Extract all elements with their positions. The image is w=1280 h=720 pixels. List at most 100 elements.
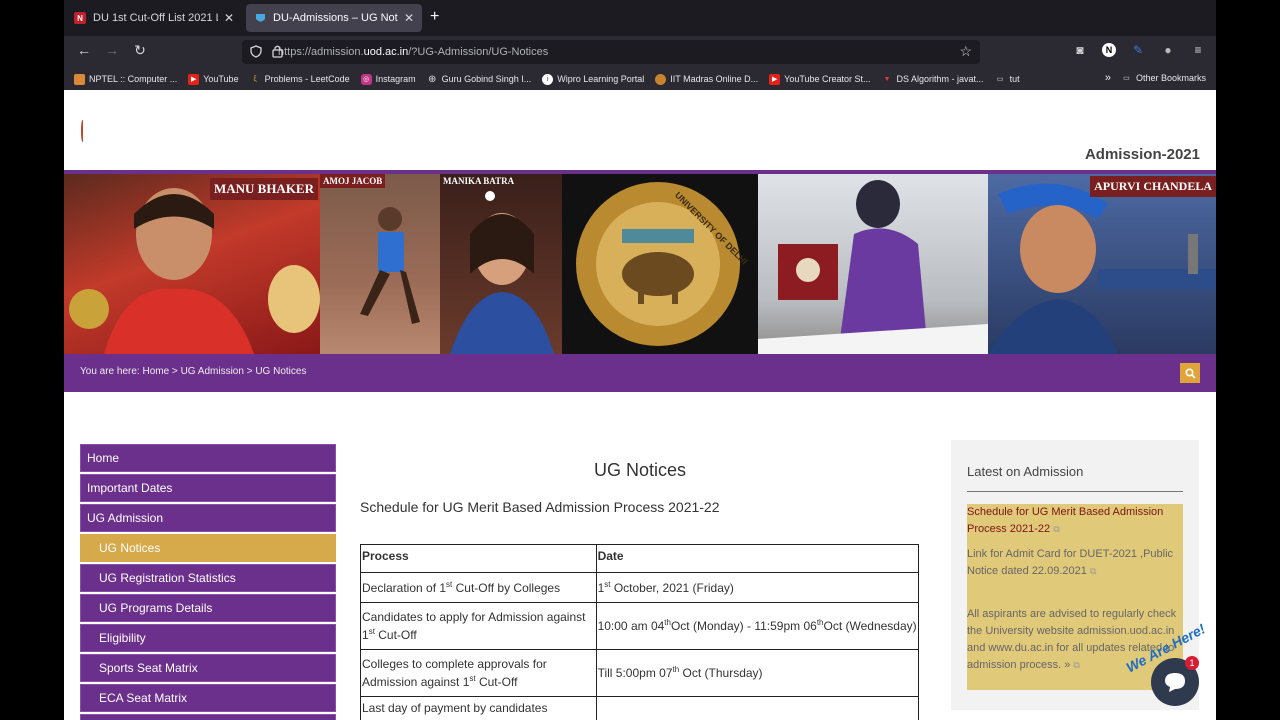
tab-du-cutoff[interactable]: N DU 1st Cut-Off List 2021 LIVE: ✕: [66, 4, 242, 32]
banner-photo-manu-bhaker: MANU BHAKER: [64, 174, 320, 354]
bookmark-tut[interactable]: ▭ tut: [995, 74, 1020, 85]
reload-icon[interactable]: ↻: [130, 42, 150, 59]
extension-pen-icon[interactable]: ✎: [1130, 43, 1146, 57]
schedule-heading: Schedule for UG Merit Based Admission Pr…: [360, 499, 720, 515]
extension-n-icon[interactable]: N: [1102, 43, 1116, 57]
more-bookmarks-chevron-icon[interactable]: »: [1105, 72, 1111, 84]
column-header-date: Date: [595, 544, 920, 573]
bookmark-nptel[interactable]: NPTEL :: Computer ...: [74, 73, 177, 85]
javatpoint-icon: ▼: [883, 75, 891, 83]
bookmark-leetcode[interactable]: ξ Problems - LeetCode: [250, 74, 350, 85]
banner-du-seal: UNIVERSITY OF DELHI: [562, 174, 758, 354]
banner-photo-amoj-jacob: AMOJ JACOB: [320, 174, 440, 354]
sidebar-item-label: ECA Seat Matrix: [99, 691, 188, 705]
latest-item-text: Schedule for UG Merit Based Admission Pr…: [967, 506, 1164, 535]
date-cell: Till 5:00pm 07th Oct (Thursday): [595, 649, 920, 697]
bookmark-yt-creator[interactable]: ▶ YouTube Creator St...: [769, 73, 871, 85]
new-tab-icon[interactable]: +: [430, 8, 439, 26]
tab-title: DU 1st Cut-Off List 2021 LIVE:: [93, 12, 218, 24]
news-favicon-icon: N: [74, 12, 86, 24]
pocket-icon[interactable]: ◙: [1072, 43, 1088, 57]
sidebar-item-eca-seat-matrix[interactable]: ECA Seat Matrix: [80, 684, 336, 712]
sidebar-item-label: Important Dates: [87, 481, 173, 495]
latest-item-schedule[interactable]: Schedule for UG Merit Based Admission Pr…: [967, 504, 1183, 538]
sidebar-item-home[interactable]: Home: [80, 444, 336, 472]
forward-arrow-icon[interactable]: →: [102, 42, 122, 58]
close-tab-icon[interactable]: ✕: [404, 11, 414, 25]
sidebar-item-eligibility[interactable]: Eligibility: [80, 624, 336, 652]
external-link-icon: ⧉: [1089, 566, 1097, 576]
bookmark-instagram[interactable]: ◎ Instagram: [360, 73, 416, 85]
sidebar-item-ug-programs-details[interactable]: UG Programs Details: [80, 594, 336, 622]
search-button[interactable]: [1180, 363, 1200, 383]
bookmark-youtube[interactable]: ▶ YouTube: [188, 73, 239, 85]
sidebar-menu: Home Important Dates UG Admission UG Not…: [80, 444, 336, 720]
sidebar-item-sports-seat-matrix[interactable]: Sports Seat Matrix: [80, 654, 336, 682]
table-row: Candidates to apply for Admission agains…: [360, 602, 920, 650]
bookmark-label: Instagram: [375, 74, 416, 84]
bookmark-label: YouTube Creator St...: [784, 74, 871, 84]
wipro-icon: i: [542, 73, 554, 85]
banner-photo-mountaineer: [758, 174, 988, 354]
navigation-bar: ← → ↻ https://admission.uod.ac.in/?UG-Ad…: [64, 36, 1216, 68]
page-title: UG Notices: [593, 460, 687, 480]
url-text: https://admission.uod.ac.in/?UG-Admissio…: [278, 46, 549, 58]
sidebar-item-ug-notices[interactable]: UG Notices: [80, 534, 336, 562]
other-bookmarks[interactable]: ▭ Other Bookmarks: [1121, 72, 1206, 84]
banner-name-manu: MANU BHAKER: [209, 178, 318, 200]
bookmark-label: tut: [1009, 74, 1020, 84]
menu-hamburger-icon[interactable]: ≡: [1190, 43, 1206, 57]
table-row: Declaration of 1st Cut-Off by Colleges 1…: [360, 572, 920, 603]
bookmark-ggsipu[interactable]: ⊕ Guru Gobind Singh I...: [427, 74, 532, 85]
sidebar-item-label: UG Programs Details: [99, 601, 213, 615]
bookmark-label: YouTube: [203, 74, 239, 84]
banner-name-manika: MANIKA BATRA: [443, 176, 515, 186]
latest-item-text: Link for Admit Card for DUET-2021 ,Publi…: [967, 548, 1174, 577]
site-header: Admission-2021: [64, 90, 1216, 170]
latest-divider: [967, 491, 1183, 492]
sidebar-item-label: UG Registration Statistics: [99, 571, 236, 585]
banner-photo-manika-batra: MANIKA BATRA: [440, 174, 562, 354]
date-cell: 1st October, 2021 (Friday): [595, 572, 920, 603]
site-logo[interactable]: [81, 120, 84, 142]
web-page: Admission-2021 MANU BHAKER AMOJ JACOB MA…: [64, 90, 1216, 720]
breadcrumb-ug-admission-link[interactable]: UG Admission: [181, 366, 244, 377]
lock-icon[interactable]: [272, 44, 283, 61]
sidebar-item-ug-registration-statistics[interactable]: UG Registration Statistics: [80, 564, 336, 592]
instagram-icon: ◎: [360, 73, 372, 85]
external-link-icon: ⧉: [1073, 660, 1080, 670]
sidebar-item-important-dates[interactable]: Important Dates: [80, 474, 336, 502]
tab-du-admissions[interactable]: DU-Admissions – UG Notices ✕: [246, 4, 422, 32]
sidebar-item-label: UG Admission: [87, 511, 164, 525]
browser-window: N DU 1st Cut-Off List 2021 LIVE: ✕ DU-Ad…: [64, 0, 1216, 720]
process-cell: Candidates to apply for Admission agains…: [360, 602, 597, 650]
sidebar-item-label: Sports Seat Matrix: [99, 661, 198, 675]
extension-circle-icon[interactable]: ●: [1160, 43, 1176, 57]
banner-photo-apurvi-chandela: APURVI CHANDELA: [988, 174, 1216, 354]
back-arrow-icon[interactable]: ←: [74, 42, 94, 58]
bookmark-star-icon[interactable]: ☆: [959, 43, 972, 60]
bookmark-label: Problems - LeetCode: [264, 74, 350, 84]
shield-icon[interactable]: [250, 45, 262, 61]
close-tab-icon[interactable]: ✕: [224, 11, 234, 25]
bookmark-label: Guru Gobind Singh I...: [441, 74, 532, 84]
bookmark-iitm[interactable]: IIT Madras Online D...: [655, 73, 759, 85]
sidebar-item-label: Home: [87, 451, 120, 465]
bookmark-javatpoint[interactable]: ▼ DS Algorithm - javat...: [882, 74, 984, 85]
folder-icon: ▭: [1123, 75, 1130, 82]
address-bar[interactable]: https://admission.uod.ac.in/?UG-Admissio…: [242, 40, 980, 64]
latest-item-admit-card[interactable]: Link for Admit Card for DUET-2021 ,Publi…: [967, 546, 1183, 580]
process-cell: Last day of payment by candidates: [360, 696, 597, 720]
bookmark-label: DS Algorithm - javat...: [896, 74, 984, 84]
banner-name-apurvi: APURVI CHANDELA: [1090, 176, 1216, 197]
bookmark-wipro[interactable]: i Wipro Learning Portal: [542, 73, 644, 85]
tab-title: DU-Admissions – UG Notices: [273, 12, 398, 24]
sidebar-item-partial[interactable]: [80, 714, 336, 720]
sidebar-item-ug-admission[interactable]: UG Admission: [80, 504, 336, 532]
table-row: Colleges to complete approvals for Admis…: [360, 649, 920, 697]
latest-title: Latest on Admission: [967, 464, 1084, 479]
breadcrumb-home-link[interactable]: Home: [142, 366, 169, 377]
toolbar-icons: ◙ N ✎ ● ≡: [1072, 43, 1206, 57]
bookmark-label: IIT Madras Online D...: [670, 74, 759, 84]
youtube-icon: ▶: [188, 73, 200, 85]
